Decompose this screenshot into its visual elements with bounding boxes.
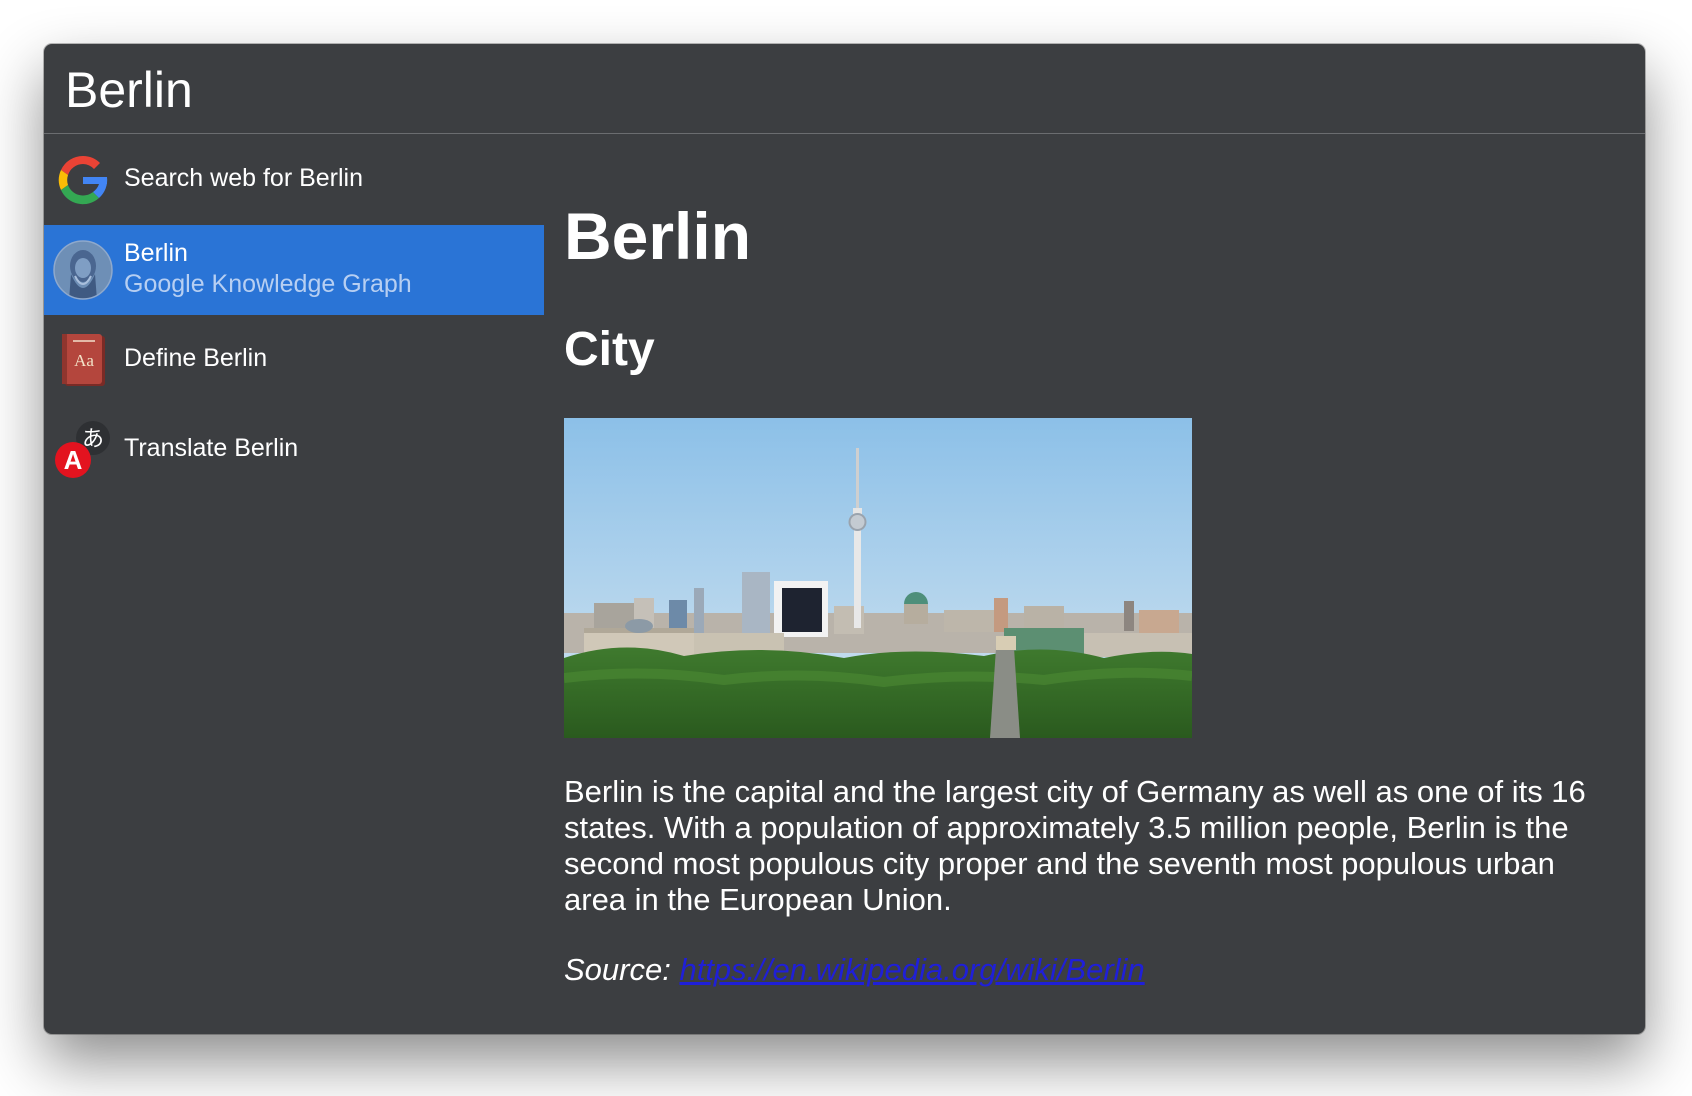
result-title: Berlin (124, 239, 188, 267)
result-translate[interactable]: あ A Translate Berlin (44, 405, 544, 495)
result-search-web[interactable]: Search web for Berlin (44, 135, 544, 225)
result-subtitle: Google Knowledge Graph (124, 270, 412, 298)
source-link[interactable]: https://en.wikipedia.org/wiki/Berlin (679, 952, 1144, 987)
preview-title: Berlin (564, 199, 752, 273)
city-image (564, 418, 1192, 738)
translate-icon: あ A (55, 421, 110, 478)
preview-subtitle: City (564, 323, 655, 376)
launcher-window: Berlin Search web for Berlin Berlin Goog… (44, 44, 1645, 1034)
search-query-text[interactable]: Berlin (65, 64, 193, 116)
google-icon (53, 150, 113, 210)
result-title: Translate Berlin (124, 434, 299, 462)
result-title: Search web for Berlin (124, 164, 364, 192)
preview-source: Source: https://en.wikipedia.org/wiki/Be… (564, 952, 1145, 988)
svg-text:A: A (64, 445, 83, 475)
preview-description: Berlin is the capital and the largest ci… (564, 774, 1586, 917)
result-knowledge-graph[interactable]: Berlin Google Knowledge Graph (44, 225, 544, 315)
result-define[interactable]: Aa Define Berlin (44, 315, 544, 405)
dictionary-icon: Aa (62, 334, 105, 386)
search-bar[interactable]: Berlin (44, 44, 1645, 134)
knowledge-graph-icon (53, 240, 113, 300)
result-title: Define Berlin (124, 344, 268, 372)
source-label: Source: (564, 952, 671, 987)
svg-text:Aa: Aa (74, 351, 94, 370)
results-list: Search web for Berlin Berlin Google Know… (44, 135, 544, 495)
